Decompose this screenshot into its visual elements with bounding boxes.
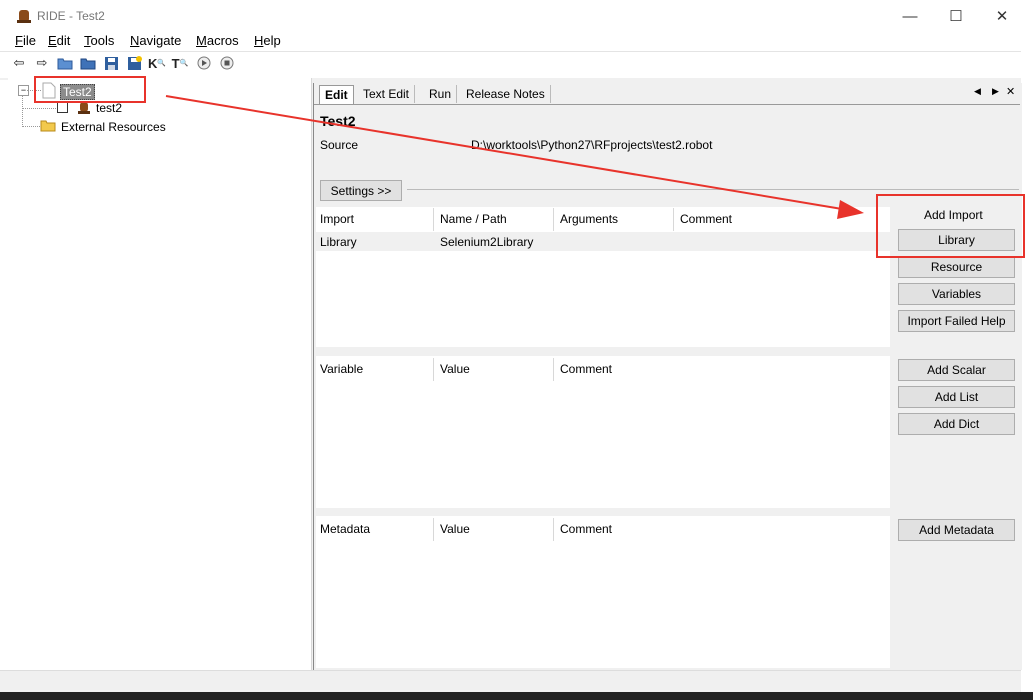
metadata-table[interactable]: [316, 516, 890, 668]
tab-text-edit[interactable]: Text Edit: [358, 85, 416, 103]
add-scalar-button[interactable]: Add Scalar: [898, 359, 1015, 381]
open-folder-icon[interactable]: [57, 55, 73, 71]
settings-divider: [407, 189, 1019, 190]
name-path-col-header: Name / Path: [440, 212, 507, 226]
open-directory-icon[interactable]: [80, 55, 96, 71]
taskbar-strip: [0, 692, 1033, 700]
col-separator: [553, 208, 554, 231]
col-separator: [673, 208, 674, 231]
add-variables-button[interactable]: Variables: [898, 283, 1015, 305]
forward-arrow-icon[interactable]: ⇨: [34, 55, 50, 71]
annotation-highlight-tree: [34, 76, 146, 103]
test-checkbox[interactable]: [57, 102, 68, 113]
add-resource-button[interactable]: Resource: [898, 256, 1015, 278]
desktop-background-right: [1021, 0, 1033, 700]
tree-connector: [22, 108, 56, 109]
title-bar: [0, 0, 1021, 32]
menu-tools[interactable]: Tools: [84, 33, 114, 48]
minimize-button[interactable]: —: [887, 0, 933, 32]
stop-icon[interactable]: [219, 55, 235, 71]
tab-edit[interactable]: Edit: [319, 85, 354, 104]
value-col-header: Value: [440, 522, 470, 536]
tab-release-notes[interactable]: Release Notes: [461, 85, 551, 103]
annotation-highlight-import: [876, 194, 1025, 258]
table-row[interactable]: [316, 232, 890, 251]
tab-run[interactable]: Run: [424, 85, 458, 103]
tab-close-icon[interactable]: ✕: [1006, 85, 1015, 98]
window-title: RIDE - Test2: [37, 9, 105, 23]
save-all-icon[interactable]: [126, 55, 142, 71]
menu-navigate[interactable]: Navigate: [130, 33, 181, 48]
back-arrow-icon[interactable]: ⇦: [11, 55, 27, 71]
import-col-header: Import: [320, 212, 355, 226]
col-separator: [553, 518, 554, 541]
search-tests-icon[interactable]: T 🔍: [172, 55, 189, 71]
add-metadata-button[interactable]: Add Metadata: [898, 519, 1015, 541]
tab-scroll-left-icon[interactable]: ◀: [974, 86, 981, 97]
add-list-button[interactable]: Add List: [898, 386, 1015, 408]
tree-item-external-resources[interactable]: External Resources: [61, 120, 166, 134]
import-name-cell[interactable]: Selenium2Library: [440, 235, 533, 249]
tree-connector: [22, 126, 40, 127]
comment-col-header: Comment: [560, 362, 613, 376]
status-bar: [0, 670, 1021, 693]
robot-test-icon: [77, 101, 91, 118]
maximize-button[interactable]: ☐: [933, 0, 979, 32]
folder-icon: [40, 118, 56, 135]
add-dict-button[interactable]: Add Dict: [898, 413, 1015, 435]
settings-toggle-button[interactable]: Settings >>: [320, 180, 402, 201]
menu-macros[interactable]: Macros: [196, 33, 239, 48]
col-separator: [433, 208, 434, 231]
col-separator: [433, 518, 434, 541]
variable-table[interactable]: [316, 356, 890, 508]
run-icon[interactable]: [196, 55, 212, 71]
close-button[interactable]: ✕: [979, 0, 1025, 32]
source-label: Source: [320, 138, 359, 152]
comment-col-header: Comment: [560, 522, 613, 536]
tree-connector-vertical: [22, 95, 23, 127]
col-separator: [433, 358, 434, 381]
source-path: D:\worktools\Python27\RFprojects\test2.r…: [471, 138, 713, 152]
col-separator: [553, 358, 554, 381]
suite-name: Test2: [320, 113, 356, 129]
menu-edit[interactable]: Edit: [48, 33, 70, 48]
desktop-background-left: [0, 80, 8, 700]
search-keywords-icon[interactable]: K 🔍: [148, 55, 166, 71]
metadata-col-header: Metadata: [320, 522, 371, 536]
value-col-header: Value: [440, 362, 470, 376]
ride-app-icon: [16, 8, 32, 24]
tab-scroll-right-icon[interactable]: ▶: [992, 86, 999, 97]
menu-file[interactable]: File: [15, 33, 36, 48]
import-table[interactable]: [316, 207, 890, 347]
suite-tree-panel: [8, 78, 312, 670]
arguments-col-header: Arguments: [560, 212, 619, 226]
import-type-cell[interactable]: Library: [320, 235, 357, 249]
comment-col-header: Comment: [680, 212, 733, 226]
tree-item-test2-case[interactable]: test2: [96, 101, 122, 115]
menu-help[interactable]: Help: [254, 33, 281, 48]
import-failed-help-button[interactable]: Import Failed Help: [898, 310, 1015, 332]
save-icon[interactable]: [103, 55, 119, 71]
variable-col-header: Variable: [320, 362, 364, 376]
